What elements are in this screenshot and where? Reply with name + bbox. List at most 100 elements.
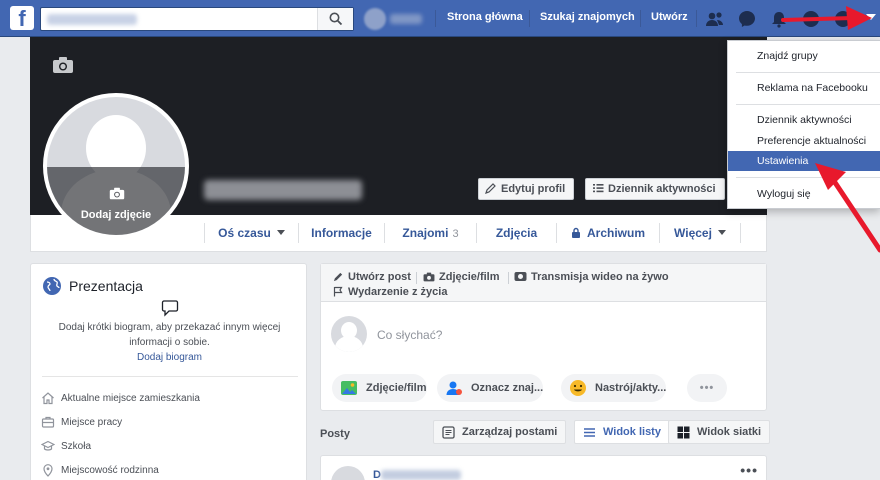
tab-archive[interactable]: Archiwum (557, 215, 659, 251)
globe-icon (43, 277, 61, 295)
search-input[interactable] (40, 7, 354, 31)
add-photo-overlay[interactable]: Dodaj zdjęcie (47, 167, 185, 235)
grid-icon (677, 426, 690, 439)
menu-item-activity-log[interactable]: Dziennik aktywności (728, 110, 880, 130)
list-view-button[interactable]: Widok listy (574, 420, 670, 444)
profile-picture[interactable]: Dodaj zdjęcie (43, 93, 189, 239)
nav-create[interactable]: Utwórz (651, 11, 688, 23)
manage-posts-icon (442, 426, 455, 439)
divider (508, 272, 509, 284)
photo-video-label: Zdjęcie/film (366, 382, 427, 394)
tab-live-video[interactable]: Transmisja wideo na żywo (514, 271, 669, 283)
post-options-button[interactable]: ••• (740, 462, 758, 478)
nav-divider (740, 223, 741, 243)
divider (736, 177, 880, 178)
tag-friends-label: Oznacz znaj... (471, 382, 544, 394)
messenger-icon[interactable] (737, 9, 757, 29)
tag-friends-button[interactable]: Oznacz znaj... (437, 374, 544, 402)
intro-title: Prezentacja (69, 278, 143, 294)
feeling-activity-button[interactable]: Nastrój/akty... (561, 374, 667, 402)
divider (416, 272, 417, 284)
status-input[interactable]: Co słychać? (377, 328, 442, 342)
notifications-bell-icon[interactable] (769, 9, 789, 29)
manage-posts-label: Zarządzaj postami (462, 426, 558, 438)
friends-count: 3 (452, 228, 459, 240)
bio-prompt-text: Dodaj krótki biogram, aby przekazać inny… (58, 322, 281, 348)
intro-item-label: Szkoła (61, 441, 92, 452)
tab-photo-video[interactable]: Zdjęcie/film (423, 271, 500, 283)
more-options-button[interactable]: ••• (687, 374, 727, 402)
avatar (364, 8, 386, 30)
tab-about[interactable]: Informacje (299, 215, 384, 251)
location-pin-icon (43, 464, 53, 477)
menu-item-log-out[interactable]: Wyloguj się (728, 184, 880, 204)
speech-bubble-icon (161, 300, 179, 317)
tab-more[interactable]: Więcej (660, 215, 740, 251)
search-redacted-text (47, 14, 137, 25)
activity-log-button[interactable]: Dziennik aktywności (585, 178, 725, 200)
intro-item-label: Miejscowość rodzinna (61, 465, 159, 476)
avatar (331, 316, 367, 352)
nav-find-friends[interactable]: Szukaj znajomych (540, 11, 635, 23)
smiley-icon (570, 380, 586, 396)
tab-friends[interactable]: Znajomi 3 (385, 215, 476, 251)
divider (736, 104, 880, 105)
add-bio-link[interactable]: Dodaj biogram (31, 352, 308, 363)
tab-label: Transmisja wideo na żywo (531, 271, 669, 283)
menu-item-settings[interactable]: Ustawienia (728, 151, 880, 171)
top-bar: f Strona główna Szukaj znajomych Utwórz (0, 0, 880, 37)
add-photo-label: Dodaj zdjęcie (80, 209, 152, 221)
tag-friends-icon (446, 381, 462, 395)
pencil-icon (485, 183, 496, 194)
post-author[interactable]: D (373, 469, 381, 480)
help-icon[interactable] (801, 9, 821, 29)
intro-item-label: Miejsce pracy (61, 417, 123, 428)
camera-icon[interactable] (52, 56, 74, 74)
briefcase-icon (41, 416, 55, 428)
menu-item-news-feed-preferences[interactable]: Preferencje aktualności (728, 131, 880, 151)
camera-icon (109, 187, 125, 200)
post-composer: Utwórz post Zdjęcie/film Transmisja wide… (320, 263, 767, 411)
intro-item-label: Aktualne miejsce zamieszkania (61, 393, 200, 404)
search-button[interactable] (317, 8, 353, 30)
photo-video-button[interactable]: Zdjęcie/film (332, 374, 427, 402)
feeling-activity-label: Nastrój/akty... (595, 382, 667, 394)
nav-divider (435, 10, 436, 27)
profile-name-redacted (204, 180, 362, 200)
tab-label: Zdjęcie/film (439, 271, 500, 283)
avatar (331, 466, 365, 480)
chevron-down-icon (717, 230, 726, 235)
flag-icon (333, 286, 343, 297)
search-icon (329, 12, 343, 26)
composer-tabs: Utwórz post Zdjęcie/film Transmisja wide… (321, 264, 766, 302)
lock-icon (571, 227, 580, 238)
friend-requests-icon[interactable] (705, 9, 725, 29)
edit-profile-button[interactable]: Edytuj profil (478, 178, 575, 200)
nav-divider (640, 10, 641, 27)
profile-shortcut[interactable] (364, 8, 424, 30)
menu-item-ads[interactable]: Reklama na Facebooku (728, 78, 880, 98)
account-menu-caret-icon[interactable] (866, 14, 876, 20)
tab-friends-label: Znajomi (402, 226, 449, 240)
menu-item-find-groups[interactable]: Znajdź grupy (728, 46, 880, 66)
tab-timeline[interactable]: Oś czasu (205, 215, 298, 251)
tab-life-event[interactable]: Wydarzenie z życia (333, 286, 447, 298)
quick-help-icon[interactable] (833, 9, 853, 29)
facebook-logo[interactable]: f (10, 6, 34, 30)
pencil-icon (333, 272, 343, 282)
post-card: D ••• (320, 455, 767, 480)
divider (42, 376, 298, 377)
tab-more-label: Więcej (674, 226, 712, 240)
divider (736, 72, 880, 73)
nav-divider (696, 10, 697, 27)
nav-divider (529, 10, 530, 27)
nav-home[interactable]: Strona główna (447, 11, 523, 23)
tab-photos[interactable]: Zdjęcia (477, 215, 556, 251)
activity-log-label: Dziennik aktywności (608, 183, 716, 195)
tab-timeline-label: Oś czasu (218, 226, 271, 240)
grid-view-button[interactable]: Widok siatki (668, 420, 771, 444)
list-icon (584, 428, 595, 437)
tab-create-post[interactable]: Utwórz post (333, 271, 411, 283)
tab-archive-label: Archiwum (586, 226, 645, 240)
manage-posts-button[interactable]: Zarządzaj postami (433, 420, 567, 444)
